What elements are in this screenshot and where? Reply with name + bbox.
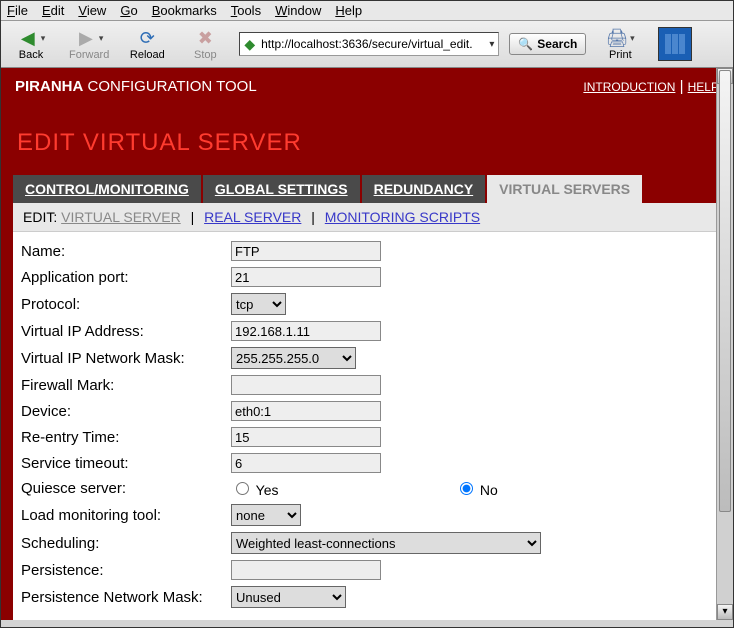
introduction-link[interactable]: INTRODUCTION <box>583 80 675 94</box>
forward-label: Forward <box>69 49 109 61</box>
tab-control-monitoring[interactable]: CONTROL/MONITORING <box>13 175 203 203</box>
menu-edit[interactable]: Edit <box>42 3 64 18</box>
pmask-label: Persistence Network Mask: <box>21 589 231 606</box>
menu-bookmarks[interactable]: Bookmarks <box>152 3 217 18</box>
page-title: EDIT VIRTUAL SERVER <box>13 123 721 175</box>
vip-mask-label: Virtual IP Network Mask: <box>21 350 231 367</box>
subtab-virtual-server[interactable]: VIRTUAL SERVER <box>61 209 181 225</box>
menu-help[interactable]: Help <box>335 3 362 18</box>
vertical-scrollbar[interactable]: ▴ ▾ <box>716 68 733 620</box>
scroll-down-arrow[interactable]: ▾ <box>717 604 733 620</box>
name-label: Name: <box>21 243 231 260</box>
protocol-select[interactable]: tcp <box>231 293 286 315</box>
menu-go[interactable]: Go <box>120 3 137 18</box>
search-label: Search <box>537 37 577 51</box>
vip-mask-select[interactable]: 255.255.255.0 <box>231 347 356 369</box>
device-label: Device: <box>21 403 231 420</box>
dropdown-icon[interactable]: ▾ <box>489 39 494 50</box>
reentry-input[interactable] <box>231 427 381 447</box>
print-label: Print <box>609 49 632 61</box>
quiesce-label: Quiesce server: <box>21 480 231 497</box>
throbber-icon <box>658 27 692 61</box>
tab-redundancy[interactable]: REDUNDANCY <box>362 175 488 203</box>
persistence-label: Persistence: <box>21 562 231 579</box>
banner: PIRANHA CONFIGURATION TOOL INTRODUCTION … <box>1 68 733 105</box>
quiesce-yes[interactable]: Yes <box>231 479 441 498</box>
menu-window[interactable]: Window <box>275 3 321 18</box>
back-icon: ◀ <box>17 27 39 49</box>
port-label: Application port: <box>21 269 231 286</box>
subtabs-label: EDIT: <box>23 209 61 225</box>
protocol-label: Protocol: <box>21 296 231 313</box>
back-button[interactable]: ◀▾ Back <box>7 25 55 63</box>
menu-view[interactable]: View <box>78 3 106 18</box>
url-box[interactable]: ◆ ▾ <box>239 32 499 56</box>
port-input[interactable] <box>231 267 381 287</box>
help-link[interactable]: HELP <box>688 80 719 94</box>
pmask-select[interactable]: Unused <box>231 586 346 608</box>
vip-input[interactable] <box>231 321 381 341</box>
sched-select[interactable]: Weighted least-connections <box>231 532 541 554</box>
site-icon: ◆ <box>244 36 255 53</box>
menu-file[interactable]: File <box>7 3 28 18</box>
tab-global-settings[interactable]: GLOBAL SETTINGS <box>203 175 362 203</box>
main-tabs: CONTROL/MONITORING GLOBAL SETTINGS REDUN… <box>13 175 721 203</box>
url-input[interactable] <box>259 36 485 52</box>
menu-tools[interactable]: Tools <box>231 3 261 18</box>
reload-button[interactable]: ⟳ Reload <box>123 25 171 63</box>
lmt-label: Load monitoring tool: <box>21 507 231 524</box>
print-icon: 🖨 <box>606 27 628 49</box>
scroll-thumb[interactable] <box>719 70 731 512</box>
sched-label: Scheduling: <box>21 535 231 552</box>
brand-bold: PIRANHA <box>15 78 83 95</box>
stop-label: Stop <box>194 49 217 61</box>
vip-label: Virtual IP Address: <box>21 323 231 340</box>
toolbar: ◀▾ Back ▶▾ Forward ⟳ Reload ✖ Stop ◆ ▾ 🔍… <box>1 21 733 68</box>
brand-rest: CONFIGURATION TOOL <box>83 78 256 95</box>
page-viewport: PIRANHA CONFIGURATION TOOL INTRODUCTION … <box>1 68 733 620</box>
dropdown-icon[interactable]: ▾ <box>41 33 46 44</box>
reload-label: Reload <box>130 49 165 61</box>
reentry-label: Re-entry Time: <box>21 429 231 446</box>
stop-button: ✖ Stop <box>181 25 229 63</box>
firewall-label: Firewall Mark: <box>21 377 231 394</box>
lmt-select[interactable]: none <box>231 504 301 526</box>
search-icon: 🔍 <box>518 37 533 51</box>
device-input[interactable] <box>231 401 381 421</box>
print-button[interactable]: 🖨▾ Print <box>596 25 644 63</box>
back-label: Back <box>19 49 43 61</box>
tab-virtual-servers[interactable]: VIRTUAL SERVERS <box>487 175 644 203</box>
name-input[interactable] <box>231 241 381 261</box>
dropdown-icon[interactable]: ▾ <box>630 33 635 44</box>
persistence-input[interactable] <box>231 560 381 580</box>
quiesce-no[interactable]: No <box>455 479 665 498</box>
red-container: EDIT VIRTUAL SERVER CONTROL/MONITORING G… <box>1 105 733 620</box>
reload-icon: ⟳ <box>136 27 158 49</box>
forward-button: ▶▾ Forward <box>65 25 113 63</box>
subtab-monitoring-scripts[interactable]: MONITORING SCRIPTS <box>325 209 480 225</box>
quiesce-no-radio[interactable] <box>460 482 473 495</box>
search-button[interactable]: 🔍 Search <box>509 33 586 55</box>
forward-icon: ▶ <box>75 27 97 49</box>
form-area: Name: Application port: Protocol:tcp Vir… <box>13 232 721 620</box>
brand: PIRANHA CONFIGURATION TOOL <box>15 78 257 95</box>
timeout-label: Service timeout: <box>21 455 231 472</box>
timeout-input[interactable] <box>231 453 381 473</box>
menubar: File Edit View Go Bookmarks Tools Window… <box>1 1 733 21</box>
quiesce-yes-radio[interactable] <box>236 482 249 495</box>
firewall-input[interactable] <box>231 375 381 395</box>
sub-tabs: EDIT: VIRTUAL SERVER | REAL SERVER | MON… <box>13 203 721 232</box>
stop-icon: ✖ <box>194 27 216 49</box>
dropdown-icon: ▾ <box>99 33 104 44</box>
subtab-real-server[interactable]: REAL SERVER <box>204 209 301 225</box>
banner-links: INTRODUCTION | HELP <box>583 78 719 95</box>
